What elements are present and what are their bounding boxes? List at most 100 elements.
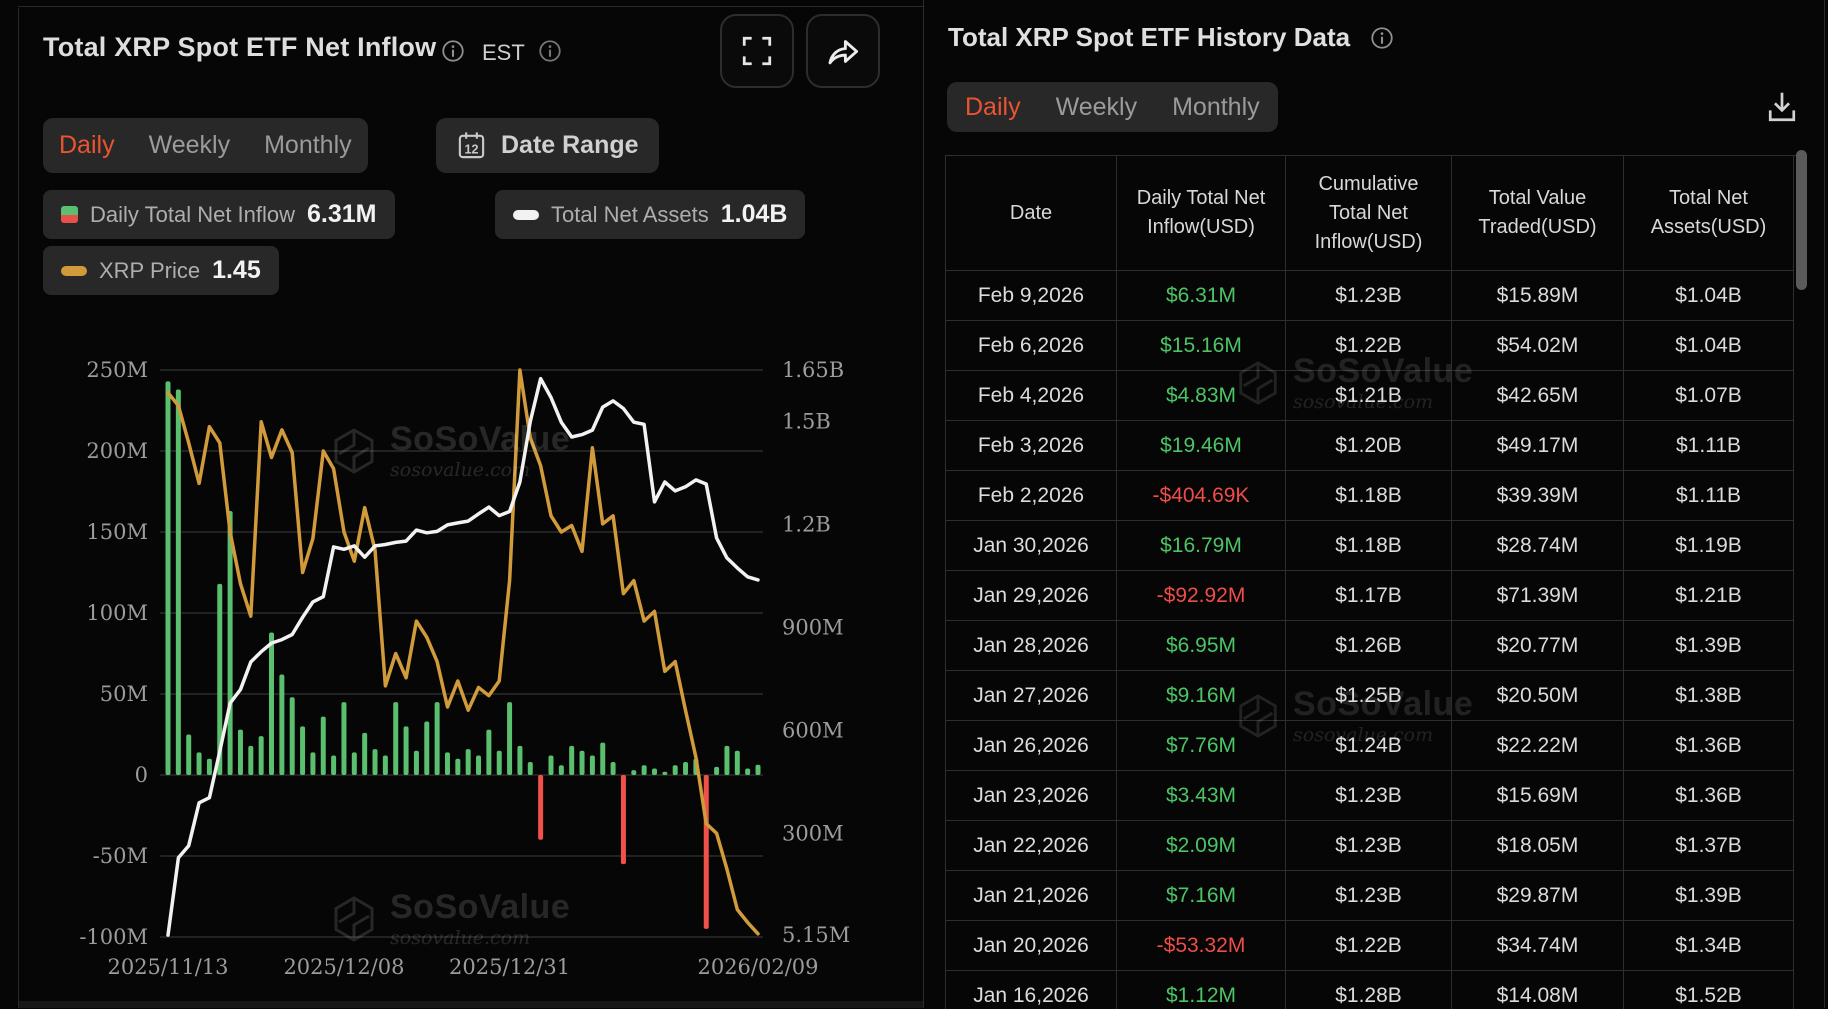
inflow-bar — [745, 769, 750, 775]
cell-date: Jan 30,2026 — [946, 521, 1117, 571]
share-button[interactable] — [806, 14, 880, 88]
inflow-bar — [373, 749, 378, 775]
legend-total-net-assets[interactable]: Total Net Assets 1.04B — [495, 190, 805, 239]
inflow-bar — [631, 770, 636, 775]
inflow-bar — [290, 697, 295, 775]
tab-weekly[interactable]: Weekly — [149, 131, 231, 160]
table-row: Jan 23,2026$3.43M$1.23B$15.69M$1.36B — [946, 771, 1797, 821]
svg-text:12: 12 — [465, 142, 479, 156]
table-row: Jan 26,2026$7.76M$1.24B$22.22M$1.36B — [946, 721, 1797, 771]
cell-assets: $1.36B — [1624, 771, 1794, 821]
table-row: Feb 9,2026$6.31M$1.23B$15.89M$1.04B — [946, 271, 1797, 321]
inflow-bar — [714, 767, 719, 775]
inflow-bar — [548, 756, 553, 775]
history-info-icon[interactable] — [1370, 26, 1394, 50]
cell-date: Feb 9,2026 — [946, 271, 1117, 321]
left-panel-top-border — [18, 6, 923, 7]
cell-date: Jan 22,2026 — [946, 821, 1117, 871]
cell-assets: $1.52B — [1624, 971, 1794, 1009]
cell-date: Feb 4,2026 — [946, 371, 1117, 421]
timezone-info-icon[interactable] — [538, 39, 562, 63]
cell-date: Jan 21,2026 — [946, 871, 1117, 921]
cell-inflow: -$53.32M — [1117, 921, 1286, 971]
cell-inflow: $7.16M — [1117, 871, 1286, 921]
inflow-bar — [559, 765, 564, 775]
cell-assets: $1.21B — [1624, 571, 1794, 621]
cell-inflow: $7.76M — [1117, 721, 1286, 771]
table-row: Feb 4,2026$4.83M$1.21B$42.65M$1.07B — [946, 371, 1797, 421]
fullscreen-button[interactable] — [720, 14, 794, 88]
cell-traded: $15.89M — [1452, 271, 1624, 321]
table-scrollbar-thumb[interactable] — [1796, 150, 1807, 290]
inflow-bar — [683, 762, 688, 775]
cell-cumulative: $1.22B — [1286, 321, 1452, 371]
cell-date: Jan 23,2026 — [946, 771, 1117, 821]
table-row: Feb 6,2026$15.16M$1.22B$54.02M$1.04B — [946, 321, 1797, 371]
cell-traded: $54.02M — [1452, 321, 1624, 371]
table-header-row: DateDaily Total Net Inflow(USD)Cumulativ… — [946, 156, 1797, 271]
tab-daily[interactable]: Daily — [59, 131, 115, 160]
cell-cumulative: $1.21B — [1286, 371, 1452, 421]
cell-cumulative: $1.26B — [1286, 621, 1452, 671]
legend-value: 1.45 — [212, 256, 261, 285]
inflow-bar — [228, 511, 233, 775]
column-header: Date — [946, 156, 1117, 271]
inflow-bar — [652, 769, 657, 775]
inflow-bar — [528, 762, 533, 775]
cell-assets: $1.39B — [1624, 621, 1794, 671]
cell-traded: $14.08M — [1452, 971, 1624, 1009]
date-range-button[interactable]: 12 Date Range — [436, 118, 659, 173]
tab-monthly[interactable]: Monthly — [264, 131, 352, 160]
cell-cumulative: $1.17B — [1286, 571, 1452, 621]
white-dash-icon — [513, 210, 539, 220]
inflow-bar — [735, 751, 740, 775]
orange-dash-icon — [61, 266, 87, 276]
left-axis-tick: -50M — [93, 844, 148, 868]
cell-traded: $34.74M — [1452, 921, 1624, 971]
cell-traded: $15.69M — [1452, 771, 1624, 821]
x-axis-tick: 2025/12/08 — [283, 955, 404, 979]
inflow-bar — [642, 765, 647, 775]
cell-inflow: $16.79M — [1117, 521, 1286, 571]
inflow-bar — [611, 762, 616, 775]
download-button[interactable] — [1758, 84, 1806, 132]
x-axis-tick: 2026/02/09 — [697, 955, 818, 979]
inflow-bar — [756, 765, 761, 775]
inflow-bar — [197, 752, 202, 775]
legend-value: 1.04B — [721, 200, 788, 229]
inflow-bar — [310, 752, 315, 775]
left-axis-tick: 50M — [100, 682, 148, 706]
cell-inflow: $1.12M — [1117, 971, 1286, 1009]
cell-cumulative: $1.23B — [1286, 871, 1452, 921]
inflow-bar — [300, 726, 305, 775]
cell-inflow: $6.31M — [1117, 271, 1286, 321]
inflow-bar — [269, 632, 274, 775]
inflow-bar — [166, 381, 171, 775]
table-tab-monthly[interactable]: Monthly — [1172, 93, 1260, 122]
cell-inflow: $4.83M — [1117, 371, 1286, 421]
legend-xrp-price[interactable]: XRP Price 1.45 — [43, 246, 279, 295]
cell-traded: $18.05M — [1452, 821, 1624, 871]
cell-inflow: $3.43M — [1117, 771, 1286, 821]
cell-date: Jan 16,2026 — [946, 971, 1117, 1009]
table-row: Jan 29,2026-$92.92M$1.17B$71.39M$1.21B — [946, 571, 1797, 621]
cell-traded: $39.39M — [1452, 471, 1624, 521]
table-tab-weekly[interactable]: Weekly — [1056, 93, 1138, 122]
table-row: Feb 3,2026$19.46M$1.20B$49.17M$1.11B — [946, 421, 1797, 471]
cell-assets: $1.38B — [1624, 671, 1794, 721]
share-icon — [824, 32, 862, 70]
table-tab-daily[interactable]: Daily — [965, 93, 1021, 122]
inflow-bar — [352, 752, 357, 775]
inflow-bar — [331, 756, 336, 775]
legend-daily-net-inflow[interactable]: Daily Total Net Inflow 6.31M — [43, 190, 395, 239]
calendar-icon: 12 — [456, 130, 487, 161]
table-row: Jan 22,2026$2.09M$1.23B$18.05M$1.37B — [946, 821, 1797, 871]
date-range-label: Date Range — [501, 131, 639, 160]
cell-traded: $71.39M — [1452, 571, 1624, 621]
info-icon[interactable] — [441, 39, 465, 63]
cell-inflow: $19.46M — [1117, 421, 1286, 471]
net-inflow-chart[interactable]: 250M200M150M100M50M0-50M-100M1.65B1.5B1.… — [18, 300, 923, 1008]
table-row: Jan 30,2026$16.79M$1.18B$28.74M$1.19B — [946, 521, 1797, 571]
cell-traded: $42.65M — [1452, 371, 1624, 421]
table-row: Jan 27,2026$9.16M$1.25B$20.50M$1.38B — [946, 671, 1797, 721]
